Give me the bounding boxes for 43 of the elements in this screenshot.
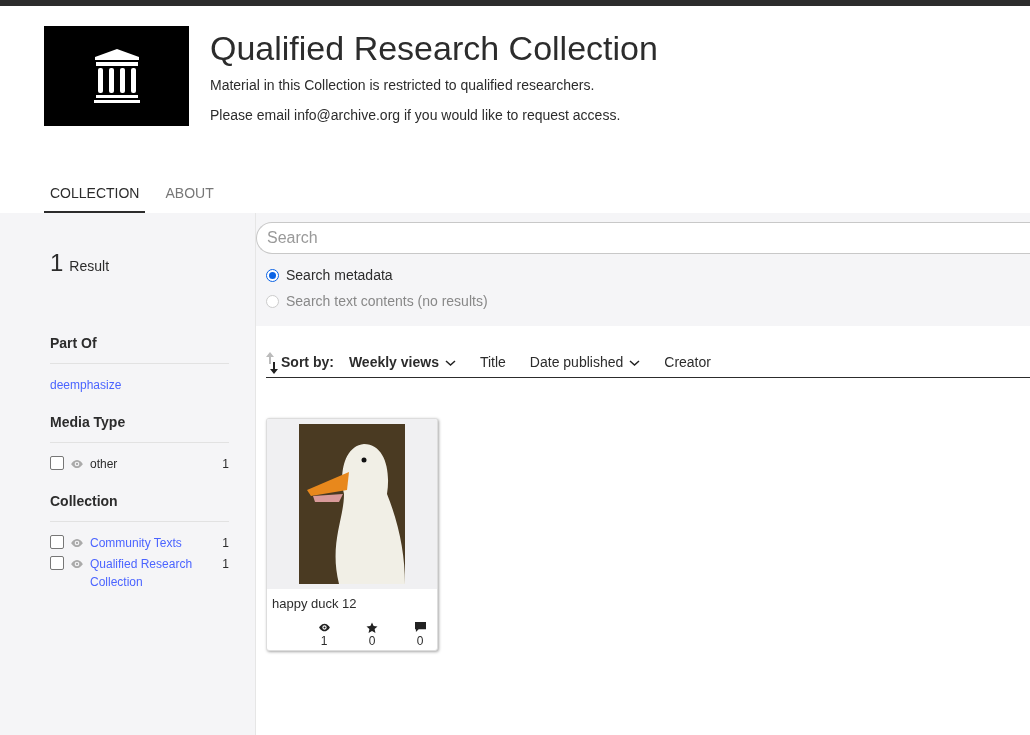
checkbox[interactable]: [50, 535, 64, 549]
eye-icon: [70, 538, 84, 548]
caret-icon: [629, 359, 641, 366]
sort-option[interactable]: Weekly views: [348, 352, 456, 373]
comment-icon: [414, 622, 426, 633]
sort-direction-icon: [266, 351, 278, 374]
radio-button[interactable]: [266, 268, 279, 282]
result-count: 1: [50, 248, 64, 278]
checkbox[interactable]: [50, 556, 64, 570]
facet-heading: Collection: [50, 491, 229, 522]
item-title[interactable]: happy duck 12: [267, 589, 437, 614]
facet-link[interactable]: Qualified Research Collection: [90, 555, 215, 591]
stat-count: 0: [416, 633, 424, 648]
caret-icon: [444, 359, 456, 366]
result-label: Result: [69, 257, 110, 276]
description-text: Material in this Collection is restricted to qualified researchers.: [210, 76, 596, 94]
sort-option[interactable]: Creator: [664, 352, 711, 373]
collection-title: Qualified Research Collection: [210, 28, 658, 68]
sort-option[interactable]: Date published: [529, 352, 641, 373]
stat-count: 0: [368, 633, 376, 648]
facet-count: 1: [222, 556, 229, 573]
radio-label: Search text contents (no results): [286, 291, 488, 311]
facet-heading: Media Type: [50, 412, 229, 443]
eye-icon: [317, 623, 331, 632]
item-card[interactable]: happy duck 12 1 0 0: [266, 418, 438, 651]
facet-count: 1: [222, 535, 229, 552]
facet-label: other: [90, 456, 119, 473]
stat-count: 1: [320, 633, 328, 648]
eye-icon: [70, 459, 84, 469]
search-field[interactable]: Search: [256, 222, 1030, 254]
facet-link[interactable]: Community Texts: [90, 534, 215, 552]
library-building-icon: [92, 48, 141, 104]
facet-count: 1: [222, 456, 229, 473]
checkbox[interactable]: [50, 456, 64, 470]
radio-label: Search metadata: [286, 265, 393, 285]
eye-icon: [70, 559, 84, 569]
facet-link[interactable]: deemphasize: [50, 376, 229, 394]
sort-option[interactable]: Title: [479, 352, 506, 373]
sort-label: Sort by:: [281, 353, 334, 372]
star-icon: [366, 621, 378, 634]
description-text: Please email info@archive.org if you would like to request access.: [210, 106, 622, 124]
facet-heading: Part Of: [50, 333, 229, 364]
tab[interactable]: ABOUT: [159, 183, 220, 213]
